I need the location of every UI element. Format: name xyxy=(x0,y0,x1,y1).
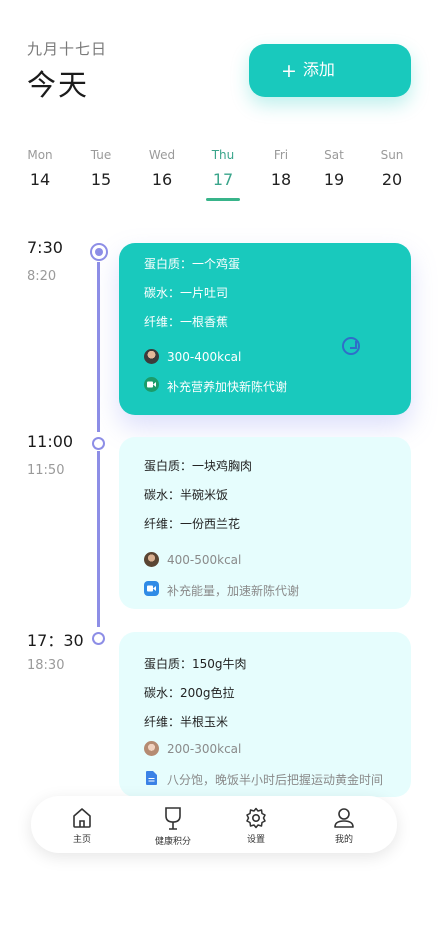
meal-end-time: 18:30 xyxy=(27,658,65,673)
bottom-tab-bar: 主页 健康积分 设置 我的 xyxy=(31,796,397,853)
protein-text: 蛋白质：一个鸡蛋 xyxy=(144,257,241,271)
tab-label: 主页 xyxy=(72,835,91,845)
meal-start-time: 11:00 xyxy=(27,432,74,451)
day-fri[interactable]: Fri 18 xyxy=(256,148,306,189)
day-date: 15 xyxy=(90,170,112,189)
tab-label: 我的 xyxy=(334,835,353,845)
user-icon xyxy=(314,806,374,830)
timeline-dot-active xyxy=(90,243,108,261)
note-text: 补充能量，加速新陈代谢 xyxy=(167,584,300,598)
day-date: 20 xyxy=(381,170,403,189)
protein-text: 蛋白质：150g牛肉 xyxy=(144,657,247,671)
trophy-icon xyxy=(143,806,203,830)
day-name: Sat xyxy=(324,148,344,162)
day-tue[interactable]: Tue 15 xyxy=(76,148,126,189)
meal-card-dinner[interactable]: 蛋白质：150g牛肉 碳水：200g色拉 纤维：半根玉米 200-300kcal… xyxy=(119,632,411,797)
avatar xyxy=(144,741,159,756)
day-date: 14 xyxy=(29,170,51,189)
plus-icon: + xyxy=(281,60,297,82)
day-date: 17 xyxy=(212,170,234,189)
document-icon xyxy=(144,770,159,785)
carbs-text: 碳水：200g色拉 xyxy=(144,686,235,700)
tab-label: 健康积分 xyxy=(154,837,191,847)
meal-start-time: 17：30 xyxy=(27,631,84,650)
add-button-label: 添加 xyxy=(302,59,335,79)
day-name: Mon xyxy=(27,148,53,162)
kcal-text: 300-400kcal xyxy=(167,350,242,364)
day-name: Fri xyxy=(273,148,289,162)
lunar-date: 九月十七日 xyxy=(27,40,108,58)
timeline-line xyxy=(97,451,100,627)
timeline-line xyxy=(97,262,100,432)
timeline-dot xyxy=(92,437,105,450)
day-name: Sun xyxy=(380,148,404,162)
carbs-text: 碳水：一片吐司 xyxy=(144,286,229,300)
loading-icon xyxy=(342,337,360,355)
home-icon xyxy=(52,806,112,830)
day-name: Tue xyxy=(90,148,112,162)
week-strip: Mon 14 Tue 15 Wed 16 Thu 17 Fri 18 Sat 1… xyxy=(0,148,439,208)
fiber-text: 纤维：一根香蕉 xyxy=(144,315,229,329)
gear-icon xyxy=(226,806,286,830)
kcal-text: 400-500kcal xyxy=(167,553,242,567)
note-text: 补充营养加快新陈代谢 xyxy=(167,380,288,394)
fiber-text: 纤维：半根玉米 xyxy=(144,715,229,729)
day-date: 19 xyxy=(323,170,345,189)
day-name: Wed xyxy=(148,148,176,162)
meal-start-time: 7:30 xyxy=(27,238,63,257)
day-mon[interactable]: Mon 14 xyxy=(15,148,65,189)
tab-settings[interactable]: 设置 xyxy=(226,806,286,845)
video-call-icon xyxy=(144,377,159,392)
meal-card-lunch[interactable]: 蛋白质：一块鸡胸肉 碳水：半碗米饭 纤维：一份西兰花 400-500kcal 补… xyxy=(119,437,411,609)
day-sat[interactable]: Sat 19 xyxy=(309,148,359,189)
day-sun[interactable]: Sun 20 xyxy=(367,148,417,189)
day-wed[interactable]: Wed 16 xyxy=(137,148,187,189)
day-date: 16 xyxy=(151,170,173,189)
active-day-indicator xyxy=(206,198,240,201)
day-thu[interactable]: Thu 17 xyxy=(198,148,248,201)
avatar xyxy=(144,552,159,567)
tab-label: 设置 xyxy=(246,835,265,845)
day-name: Thu xyxy=(211,148,235,162)
protein-text: 蛋白质：一块鸡胸肉 xyxy=(144,459,253,473)
tab-health-points[interactable]: 健康积分 xyxy=(143,806,203,847)
tab-home[interactable]: 主页 xyxy=(52,806,112,845)
fiber-text: 纤维：一份西兰花 xyxy=(144,517,241,531)
meal-end-time: 11:50 xyxy=(27,463,65,478)
meal-end-time: 8:20 xyxy=(27,269,57,284)
page-title: 今天 xyxy=(27,68,90,102)
timeline-dot xyxy=(92,632,105,645)
tab-mine[interactable]: 我的 xyxy=(314,806,374,845)
carbs-text: 碳水：半碗米饭 xyxy=(144,488,229,502)
meal-card-breakfast[interactable]: 蛋白质：一个鸡蛋 碳水：一片吐司 纤维：一根香蕉 300-400kcal 补充营… xyxy=(119,243,411,415)
day-date: 18 xyxy=(270,170,292,189)
add-button[interactable]: + 添加 xyxy=(249,44,411,97)
note-text: 八分饱，晚饭半小时后把握运动黄金时间 xyxy=(167,773,384,787)
avatar xyxy=(144,349,159,364)
video-camera-icon xyxy=(144,581,159,596)
kcal-text: 200-300kcal xyxy=(167,742,242,756)
